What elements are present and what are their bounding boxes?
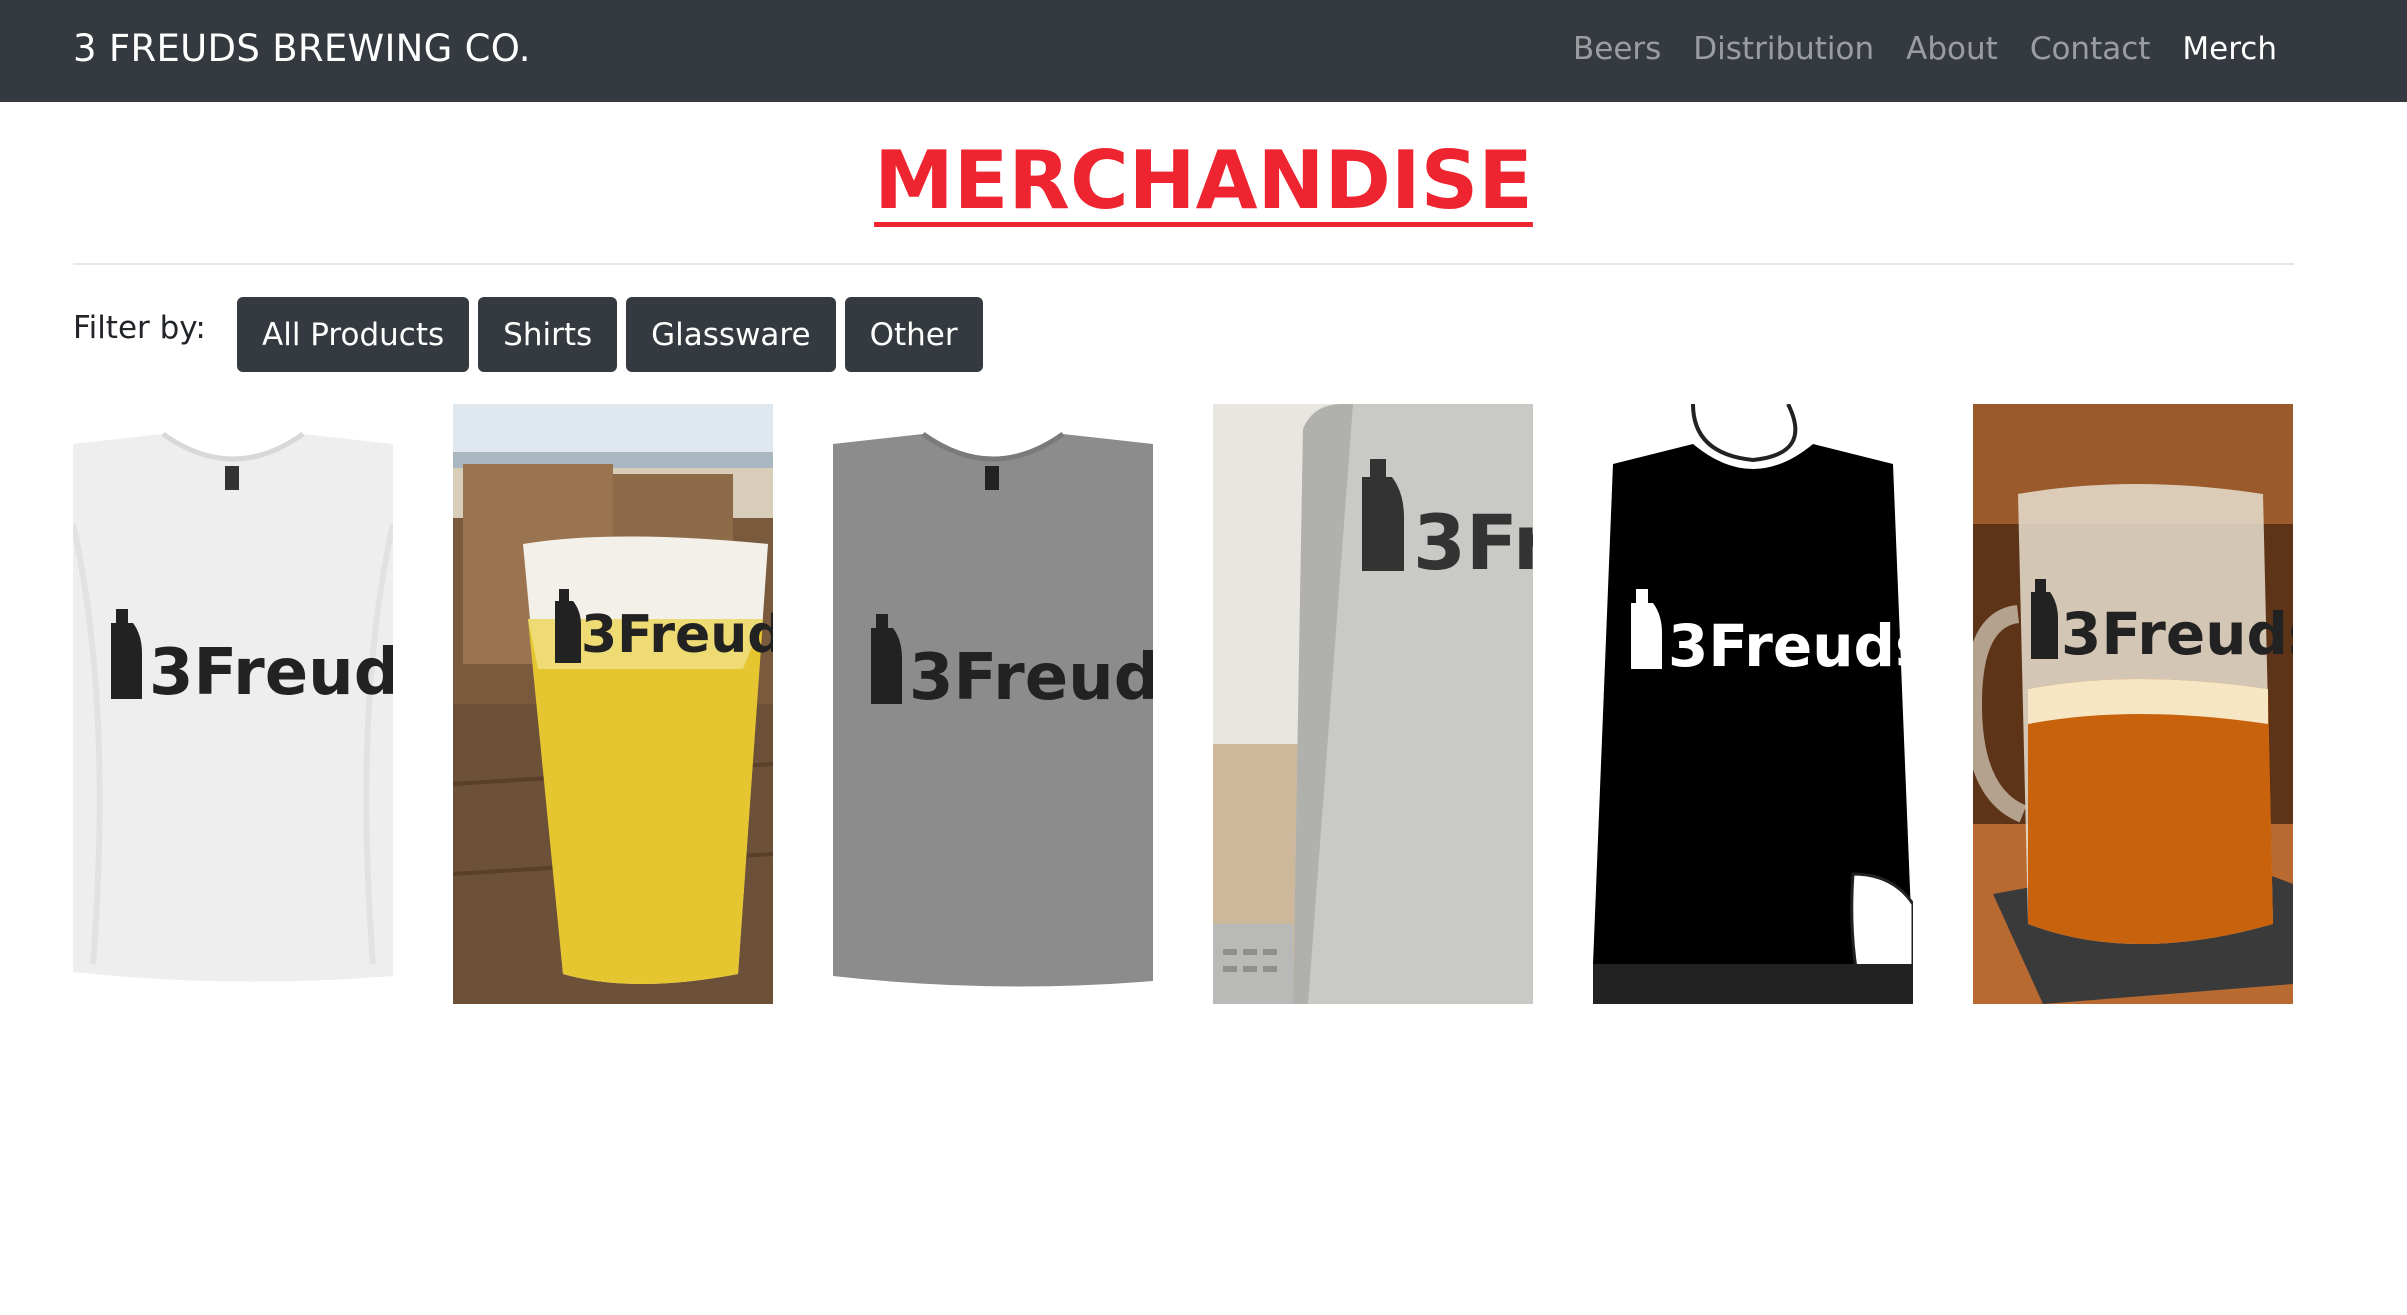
filter-label: Filter by: bbox=[73, 310, 206, 346]
logo-text: 3Freuds bbox=[581, 605, 773, 665]
logo-text: 3Freuds bbox=[149, 636, 393, 710]
product-pint-glass[interactable]: 3Freuds bbox=[453, 404, 773, 1004]
beer-mug-image: 3Freuds bbox=[1973, 404, 2293, 1004]
logo-text: 3Freuds bbox=[2061, 600, 2293, 668]
filter-buttons: All Products Shirts Glassware Other bbox=[237, 297, 983, 372]
laptop-sticker-image: 3Fr bbox=[1213, 404, 1533, 1004]
logo-text: 3Fr bbox=[1413, 498, 1533, 587]
filter-other-button[interactable]: Other bbox=[844, 297, 983, 372]
filter-all-products-button[interactable]: All Products bbox=[237, 297, 470, 372]
product-grey-tshirt[interactable]: 3Freuds bbox=[833, 404, 1153, 1004]
product-black-tshirt[interactable]: 3Freuds bbox=[1593, 404, 1913, 1004]
navbar: 3 FREUDS BREWING CO. Beers Distribution … bbox=[0, 0, 2407, 102]
grey-tshirt-image: 3Freuds bbox=[833, 404, 1153, 1004]
nav-link-distribution[interactable]: Distribution bbox=[1693, 31, 1874, 67]
divider bbox=[73, 263, 2294, 265]
product-white-tshirt[interactable]: 3Freuds bbox=[73, 404, 393, 1004]
page-title: MERCHANDISE bbox=[874, 134, 1533, 227]
filter-shirts-button[interactable]: Shirts bbox=[478, 297, 618, 372]
logo-text: 3Freuds bbox=[1668, 612, 1913, 680]
filter-glassware-button[interactable]: Glassware bbox=[626, 297, 836, 372]
nav-link-merch[interactable]: Merch bbox=[2182, 31, 2277, 67]
pint-glass-image: 3Freuds bbox=[453, 404, 773, 1004]
nav-link-beers[interactable]: Beers bbox=[1573, 31, 1661, 67]
nav-link-about[interactable]: About bbox=[1906, 31, 1998, 67]
product-grid: 3Freuds 3Freuds bbox=[73, 404, 2293, 1004]
product-beer-mug[interactable]: 3Freuds bbox=[1973, 404, 2293, 1004]
product-laptop-sticker[interactable]: 3Fr bbox=[1213, 404, 1533, 1004]
logo-text: 3Freuds bbox=[909, 641, 1153, 715]
black-tshirt-image: 3Freuds bbox=[1593, 404, 1913, 1004]
white-tshirt-image: 3Freuds bbox=[73, 404, 393, 1004]
brand-logo[interactable]: 3 FREUDS BREWING CO. bbox=[73, 0, 531, 98]
nav-link-contact[interactable]: Contact bbox=[2030, 31, 2151, 67]
nav-links: Beers Distribution About Contact Merch bbox=[1573, 0, 2277, 98]
